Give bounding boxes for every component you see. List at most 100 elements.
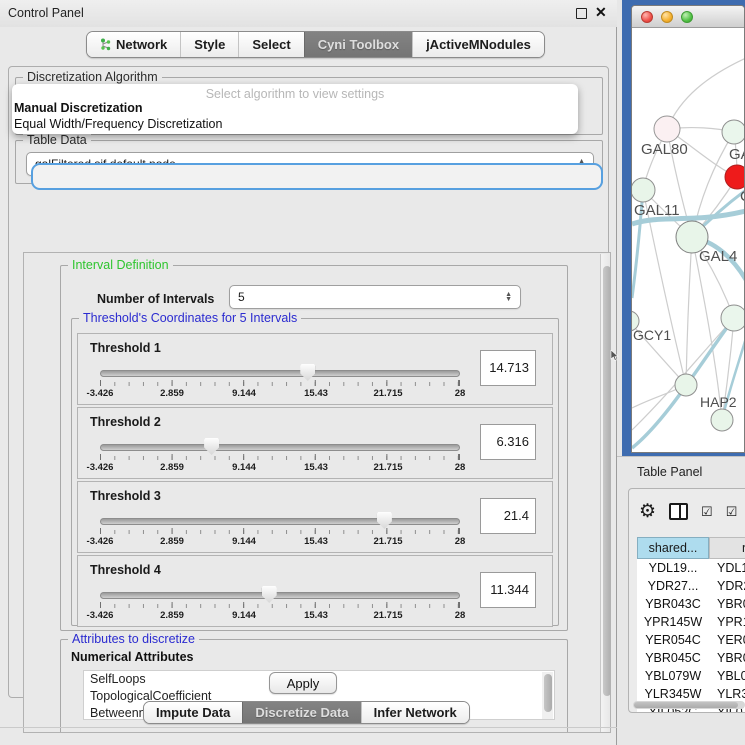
- table-cell: YDR27...: [637, 577, 709, 595]
- network-node[interactable]: [711, 409, 733, 431]
- node-label: C: [740, 188, 745, 205]
- slider-major-ticks: [100, 380, 460, 386]
- table-row[interactable]: YER054CYER0: [637, 631, 745, 649]
- close-icon[interactable]: ✕: [595, 4, 607, 21]
- threshold-value-field[interactable]: 14.713: [480, 350, 536, 386]
- control-panel: Control Panel ✕ NetworkStyleSelectCyni T…: [0, 0, 617, 745]
- threshold-panel: Threshold 2 -3.4262.8599.14415.4321.7152…: [77, 407, 553, 479]
- slider-thumb[interactable]: [262, 586, 277, 603]
- table-cell: YDR2: [709, 577, 745, 595]
- slider-track[interactable]: [100, 592, 460, 599]
- float-window-icon[interactable]: [576, 8, 587, 19]
- tab-infer-network[interactable]: Infer Network: [361, 702, 469, 723]
- table-cell: YPR1: [709, 613, 745, 631]
- slider-thumb[interactable]: [300, 364, 315, 381]
- table-cell: YBL079W: [637, 667, 709, 685]
- algorithm-option[interactable]: Manual Discretization: [12, 101, 578, 117]
- checkbox-icon[interactable]: ☑: [726, 505, 738, 518]
- node-label: GAL80: [641, 141, 688, 158]
- threshold-slider[interactable]: -3.4262.8599.14415.4321.71528: [100, 582, 460, 622]
- apply-button[interactable]: Apply: [269, 672, 337, 694]
- network-edge[interactable]: [686, 237, 692, 385]
- tab-network[interactable]: Network: [87, 32, 180, 57]
- split-columns-icon[interactable]: [669, 503, 688, 520]
- control-panel-titlebar: Control Panel ✕: [0, 0, 617, 27]
- attributes-scrollbar[interactable]: [542, 672, 553, 720]
- checkbox-icon[interactable]: ☑: [701, 505, 713, 518]
- panel-title: Control Panel: [8, 6, 84, 20]
- network-node[interactable]: [632, 178, 655, 202]
- tab-cyni-toolbox[interactable]: Cyni Toolbox: [304, 32, 412, 57]
- column-header[interactable]: shared...: [637, 537, 709, 559]
- algorithm-combobox[interactable]: [31, 163, 603, 190]
- table-cell: YER0: [709, 631, 745, 649]
- node-label: GA: [729, 146, 745, 163]
- threshold-value-field[interactable]: 21.4: [480, 498, 536, 534]
- control-panel-tabs: NetworkStyleSelectCyni ToolboxjActiveMNo…: [86, 31, 545, 58]
- network-node[interactable]: [675, 374, 697, 396]
- threshold-slider[interactable]: -3.4262.8599.14415.4321.71528: [100, 434, 460, 474]
- network-window-titlebar[interactable]: [632, 6, 744, 28]
- close-traffic-light[interactable]: [641, 11, 653, 23]
- table-row[interactable]: YDL19...YDL1: [637, 559, 745, 577]
- network-canvas[interactable]: GAL80GACGAL11GAL4HGCY1HAP2: [632, 28, 745, 453]
- slider-thumb[interactable]: [204, 438, 219, 455]
- node-label: HAP2: [700, 394, 737, 410]
- tab-style[interactable]: Style: [180, 32, 238, 57]
- tab-discretize-data[interactable]: Discretize Data: [242, 702, 360, 723]
- slider-tick-labels: -3.4262.8599.14415.4321.71528: [100, 536, 460, 547]
- threshold-value-field[interactable]: 6.316: [480, 424, 536, 460]
- slider-track[interactable]: [100, 518, 460, 525]
- network-node[interactable]: [721, 305, 745, 331]
- network-node[interactable]: [722, 120, 745, 144]
- slider-major-ticks: [100, 528, 460, 534]
- table-row[interactable]: YBR043CYBR0: [637, 595, 745, 613]
- cyni-toolbox-panel: Discretization Algorithm Table Data galF…: [8, 66, 609, 698]
- network-node[interactable]: [725, 165, 745, 189]
- threshold-label: Threshold 4: [90, 563, 161, 577]
- slider-track[interactable]: [100, 444, 460, 451]
- table-horizontal-scrollbar[interactable]: [633, 701, 745, 709]
- table-panel-title: Table Panel: [637, 465, 702, 479]
- table-panel-bar: Table Panel: [617, 456, 745, 484]
- gear-icon[interactable]: ⚙: [639, 502, 656, 521]
- bottom-divider: [0, 727, 617, 728]
- threshold-label: Threshold 3: [90, 489, 161, 503]
- thresholds-group: Threshold's Coordinates for 5 Intervals …: [71, 318, 559, 626]
- threshold-label: Threshold 1: [90, 341, 161, 355]
- network-node[interactable]: [654, 116, 680, 142]
- table-cell: YBR0: [709, 649, 745, 667]
- settings-scrollbar[interactable]: [600, 254, 611, 732]
- threshold-panel: Threshold 1 -3.4262.8599.14415.4321.7152…: [77, 333, 553, 405]
- threshold-panel: Threshold 4 -3.4262.8599.14415.4321.7152…: [77, 555, 553, 627]
- network-edge[interactable]: [667, 58, 745, 129]
- column-header[interactable]: na: [709, 537, 745, 559]
- tab-impute-data[interactable]: Impute Data: [144, 702, 242, 723]
- table-row[interactable]: YDR27...YDR2: [637, 577, 745, 595]
- slider-track[interactable]: [100, 370, 460, 377]
- table-cell: YBR045C: [637, 649, 709, 667]
- table-cell: YPR145W: [637, 613, 709, 631]
- node-label: GAL11: [634, 202, 680, 219]
- algorithm-group-title: Discretization Algorithm: [23, 70, 162, 84]
- table-cell: YDL1: [709, 559, 745, 577]
- table-panel: ⚙ ☑ ☑ shared...na YDL19...YDL1YDR27...YDR2…: [628, 488, 745, 713]
- slider-thumb[interactable]: [377, 512, 392, 529]
- threshold-slider[interactable]: -3.4262.8599.14415.4321.71528: [100, 508, 460, 548]
- node-table: shared...na YDL19...YDL1YDR27...YDR2YBR0…: [637, 537, 745, 713]
- threshold-value-field[interactable]: 11.344: [480, 572, 536, 608]
- table-row[interactable]: YBR045CYBR0: [637, 649, 745, 667]
- tab-jactivemnodules[interactable]: jActiveMNodules: [412, 32, 544, 57]
- algorithm-option[interactable]: Equal Width/Frequency Discretization: [12, 117, 578, 133]
- thresholds-group-title: Threshold's Coordinates for 5 Intervals: [79, 311, 301, 325]
- combo-arrows-icon: ▲▼: [505, 292, 512, 302]
- minimize-traffic-light[interactable]: [661, 11, 673, 23]
- threshold-slider[interactable]: -3.4262.8599.14415.4321.71528: [100, 360, 460, 400]
- node-label: GAL4: [699, 248, 737, 265]
- tab-select[interactable]: Select: [238, 32, 303, 57]
- table-row[interactable]: YBL079WYBL0: [637, 667, 745, 685]
- table-cell: YDL19...: [637, 559, 709, 577]
- table-row[interactable]: YPR145WYPR1: [637, 613, 745, 631]
- zoom-traffic-light[interactable]: [681, 11, 693, 23]
- number-of-intervals-combobox[interactable]: 5 ▲▼: [229, 285, 521, 309]
